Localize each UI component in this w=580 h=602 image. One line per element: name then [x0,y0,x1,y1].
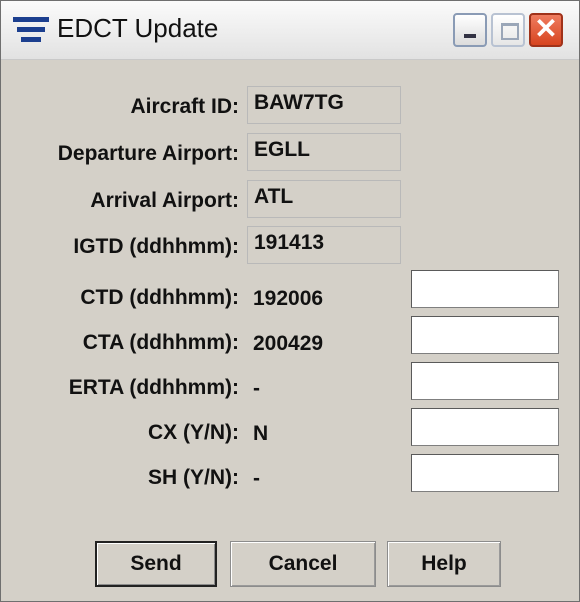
arrival-airport-value: ATL [247,180,401,218]
erta-label: ERTA (ddhhmm): [68,376,239,399]
icon-bar-top [13,17,49,22]
igtd-label: IGTD (ddhhmm): [73,235,239,258]
window-title: EDCT Update [57,13,219,43]
maximize-button[interactable] [491,13,525,47]
erta-value: - [253,377,260,400]
minimize-button[interactable] [453,13,487,47]
edct-update-window: EDCT Update ✕ Aircraft ID: BAW7TG Depart… [0,0,580,602]
sh-value: - [253,467,260,490]
cta-value: 200429 [253,332,324,355]
cancel-button[interactable]: Cancel [230,541,376,587]
ctd-label: CTD (ddhhmm): [80,286,239,309]
cx-value: N [253,422,269,445]
arrival-airport-label: Arrival Airport: [90,189,239,212]
erta-input[interactable] [411,362,559,400]
close-button[interactable]: ✕ [529,13,563,47]
departure-airport-value: EGLL [247,133,401,171]
departure-airport-label: Departure Airport: [57,142,239,165]
icon-bar-middle [17,27,45,32]
title-bar[interactable]: EDCT Update ✕ [1,1,579,60]
cx-input[interactable] [411,408,559,446]
help-button[interactable]: Help [387,541,501,587]
igtd-value: 191413 [247,226,401,264]
sh-label: SH (Y/N): [148,466,239,489]
aircraft-id-value: BAW7TG [247,86,401,124]
cta-input[interactable] [411,316,559,354]
cta-label: CTA (ddhhmm): [82,331,239,354]
aircraft-id-label: Aircraft ID: [130,95,239,118]
send-button[interactable]: Send [95,541,217,587]
sh-input[interactable] [411,454,559,492]
menu-lines-icon[interactable] [13,17,49,43]
cx-label: CX (Y/N): [148,421,239,444]
ctd-value: 192006 [253,287,324,310]
icon-bar-bottom [21,37,41,42]
ctd-input[interactable] [411,270,559,308]
